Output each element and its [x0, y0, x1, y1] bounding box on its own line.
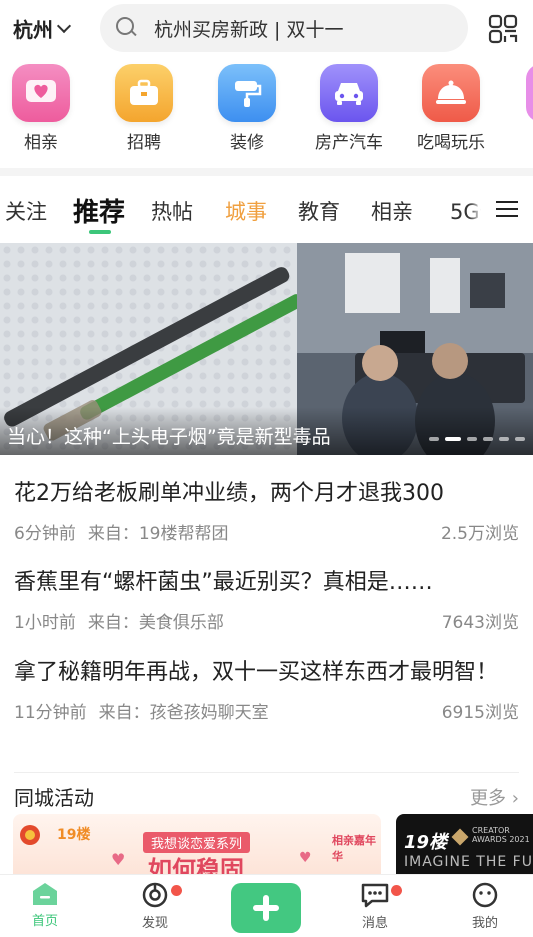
tab-follow[interactable]: 关注	[5, 196, 47, 226]
quick-links: 相亲 招聘 装修 房产汽车 吃喝玩乐	[0, 64, 533, 164]
banner-caption: 当心！这种“上头电子烟”竟是新型毒品	[7, 426, 331, 448]
chevron-right-icon: ›	[511, 788, 519, 809]
add-post-button[interactable]	[231, 883, 301, 933]
quick-link-renovation[interactable]: 装修	[207, 64, 287, 153]
news-title: 香蕉里有“螺杆菌虫”最近别买？真相是……	[14, 570, 433, 595]
tab-menu-icon[interactable]	[481, 180, 533, 238]
nav-label: 发现	[141, 916, 168, 931]
nav-profile[interactable]: 我的	[445, 881, 525, 931]
carousel-dot-active	[445, 437, 461, 441]
news-item[interactable]: 花2万给老板刷单冲业绩，两个月才退我300 6分钟前 来自：19楼帮帮团 2.5万…	[14, 477, 519, 544]
quick-link-label: 吃喝玩乐	[417, 133, 485, 153]
tab-recommend[interactable]: 推荐	[73, 192, 125, 229]
more-label: 更多	[470, 788, 507, 809]
nav-label: 首页	[31, 914, 58, 929]
top-bar: 杭州 杭州买房新政 | 双十一	[0, 0, 533, 58]
quick-link-label: 招聘	[127, 133, 161, 153]
news-meta: 11分钟前 来自：孩爸孩妈聊天室 6915浏览	[14, 698, 519, 723]
discover-icon	[142, 882, 168, 908]
carousel-indicator	[429, 437, 525, 441]
notification-dot	[171, 885, 182, 896]
carousel-dot	[429, 437, 439, 441]
category-tabs: 关注 推荐 热帖 城事 教育 相亲 5G云	[0, 176, 533, 242]
activity-header: 同城活动 更多 ›	[14, 782, 519, 810]
news-title: 花2万给老板刷单冲业绩，两个月才退我300	[14, 481, 444, 506]
news-time: 11分钟前	[14, 703, 87, 723]
news-views: 7643浏览	[441, 613, 519, 633]
news-source: 来自：19楼帮帮团	[87, 524, 229, 544]
carousel-dot	[483, 437, 493, 441]
car-icon	[320, 64, 378, 122]
carousel-dot	[499, 437, 509, 441]
quick-link-property-car[interactable]: 房产汽车	[309, 64, 389, 153]
tab-city-news[interactable]: 城事	[225, 196, 267, 226]
news-source: 来自：孩爸孩妈聊天室	[98, 703, 269, 723]
tab-education[interactable]: 教育	[298, 196, 340, 226]
divider	[14, 772, 519, 773]
more-link[interactable]: 更多 ›	[470, 784, 519, 810]
card-logo: 19楼	[404, 832, 448, 853]
paint-roller-icon	[218, 64, 276, 122]
nav-messages[interactable]: 消息	[335, 881, 415, 931]
search-bar[interactable]: 杭州买房新政 | 双十一	[100, 4, 468, 52]
news-time: 1小时前	[14, 613, 76, 633]
city-selector[interactable]: 杭州	[13, 14, 72, 43]
news-item[interactable]: 拿了秘籍明年再战，双十一买这样东西才最明智！ 11分钟前 来自：孩爸孩妈聊天室 6…	[14, 656, 519, 723]
profile-icon	[472, 882, 498, 908]
heart-icon: ♥	[299, 850, 312, 866]
carousel-dot	[467, 437, 477, 441]
news-source: 来自：美食俱乐部	[87, 613, 224, 633]
carousel-dot	[515, 437, 525, 441]
heart-message-icon	[12, 64, 70, 122]
card-text: IMAGINE THE FUT	[404, 854, 533, 870]
award-icon	[451, 828, 469, 846]
notification-dot	[391, 885, 402, 896]
news-time: 6分钟前	[14, 524, 76, 544]
news-meta: 6分钟前 来自：19楼帮帮团 2.5万浏览	[14, 519, 519, 544]
quick-link-dating[interactable]: 相亲	[1, 64, 81, 153]
nav-label: 我的	[471, 916, 498, 931]
quick-link-food-fun[interactable]: 吃喝玩乐	[411, 64, 491, 153]
section-divider	[0, 168, 533, 176]
news-views: 6915浏览	[441, 703, 519, 723]
quick-link-jobs[interactable]: 招聘	[104, 64, 184, 153]
card-badge: CREATOR AWARDS 2021	[472, 826, 530, 844]
nav-label: 消息	[361, 916, 388, 931]
scan-icon[interactable]	[488, 14, 518, 44]
activity-card[interactable]: 19楼 我想谈恋爱系列 如何稳固 ♥ ♥ 相亲嘉年华	[13, 814, 381, 874]
city-label: 杭州	[13, 18, 53, 42]
search-query: 杭州买房新政 | 双十一	[154, 18, 344, 41]
home-icon	[33, 883, 57, 905]
tab-dating[interactable]: 相亲	[371, 196, 413, 226]
activity-title: 同城活动	[14, 786, 94, 810]
plus-icon	[253, 895, 279, 921]
activity-cards: 19楼 我想谈恋爱系列 如何稳固 ♥ ♥ 相亲嘉年华 19楼 CREATOR A…	[13, 814, 533, 874]
nav-home[interactable]: 首页	[5, 881, 85, 929]
quick-link-label: 装修	[230, 133, 264, 153]
card-badge: 相亲嘉年华	[332, 834, 376, 863]
message-icon	[361, 883, 389, 908]
news-title: 拿了秘籍明年再战，双十一买这样东西才最明智！	[14, 660, 499, 685]
search-icon	[116, 17, 138, 39]
nav-discover[interactable]: 发现	[115, 881, 195, 931]
active-tab-indicator	[89, 230, 111, 234]
heart-icon: ♥	[111, 850, 126, 869]
badge-logo-icon	[20, 825, 40, 845]
news-views: 2.5万浏览	[440, 524, 519, 544]
activity-card[interactable]: 19楼 CREATOR AWARDS 2021 IMAGINE THE FUT	[396, 814, 533, 874]
card-logo: 19楼	[57, 827, 91, 843]
bottom-nav: 首页 发现 消息 我的	[0, 874, 533, 937]
quick-link-label: 相亲	[24, 133, 58, 153]
banner-carousel[interactable]: 当心！这种“上头电子烟”竟是新型毒品	[0, 243, 533, 455]
briefcase-icon	[115, 64, 173, 122]
news-item[interactable]: 香蕉里有“螺杆菌虫”最近别买？真相是…… 1小时前 来自：美食俱乐部 7643浏览	[14, 566, 519, 633]
chevron-down-icon	[56, 18, 72, 33]
tab-hot-posts[interactable]: 热帖	[151, 196, 193, 226]
quick-link-label: 房产汽车	[315, 133, 383, 153]
quick-link-partial[interactable]	[526, 64, 533, 122]
news-meta: 1小时前 来自：美食俱乐部 7643浏览	[14, 608, 519, 633]
dining-bell-icon	[422, 64, 480, 122]
card-headline: 如何稳固	[148, 856, 244, 874]
